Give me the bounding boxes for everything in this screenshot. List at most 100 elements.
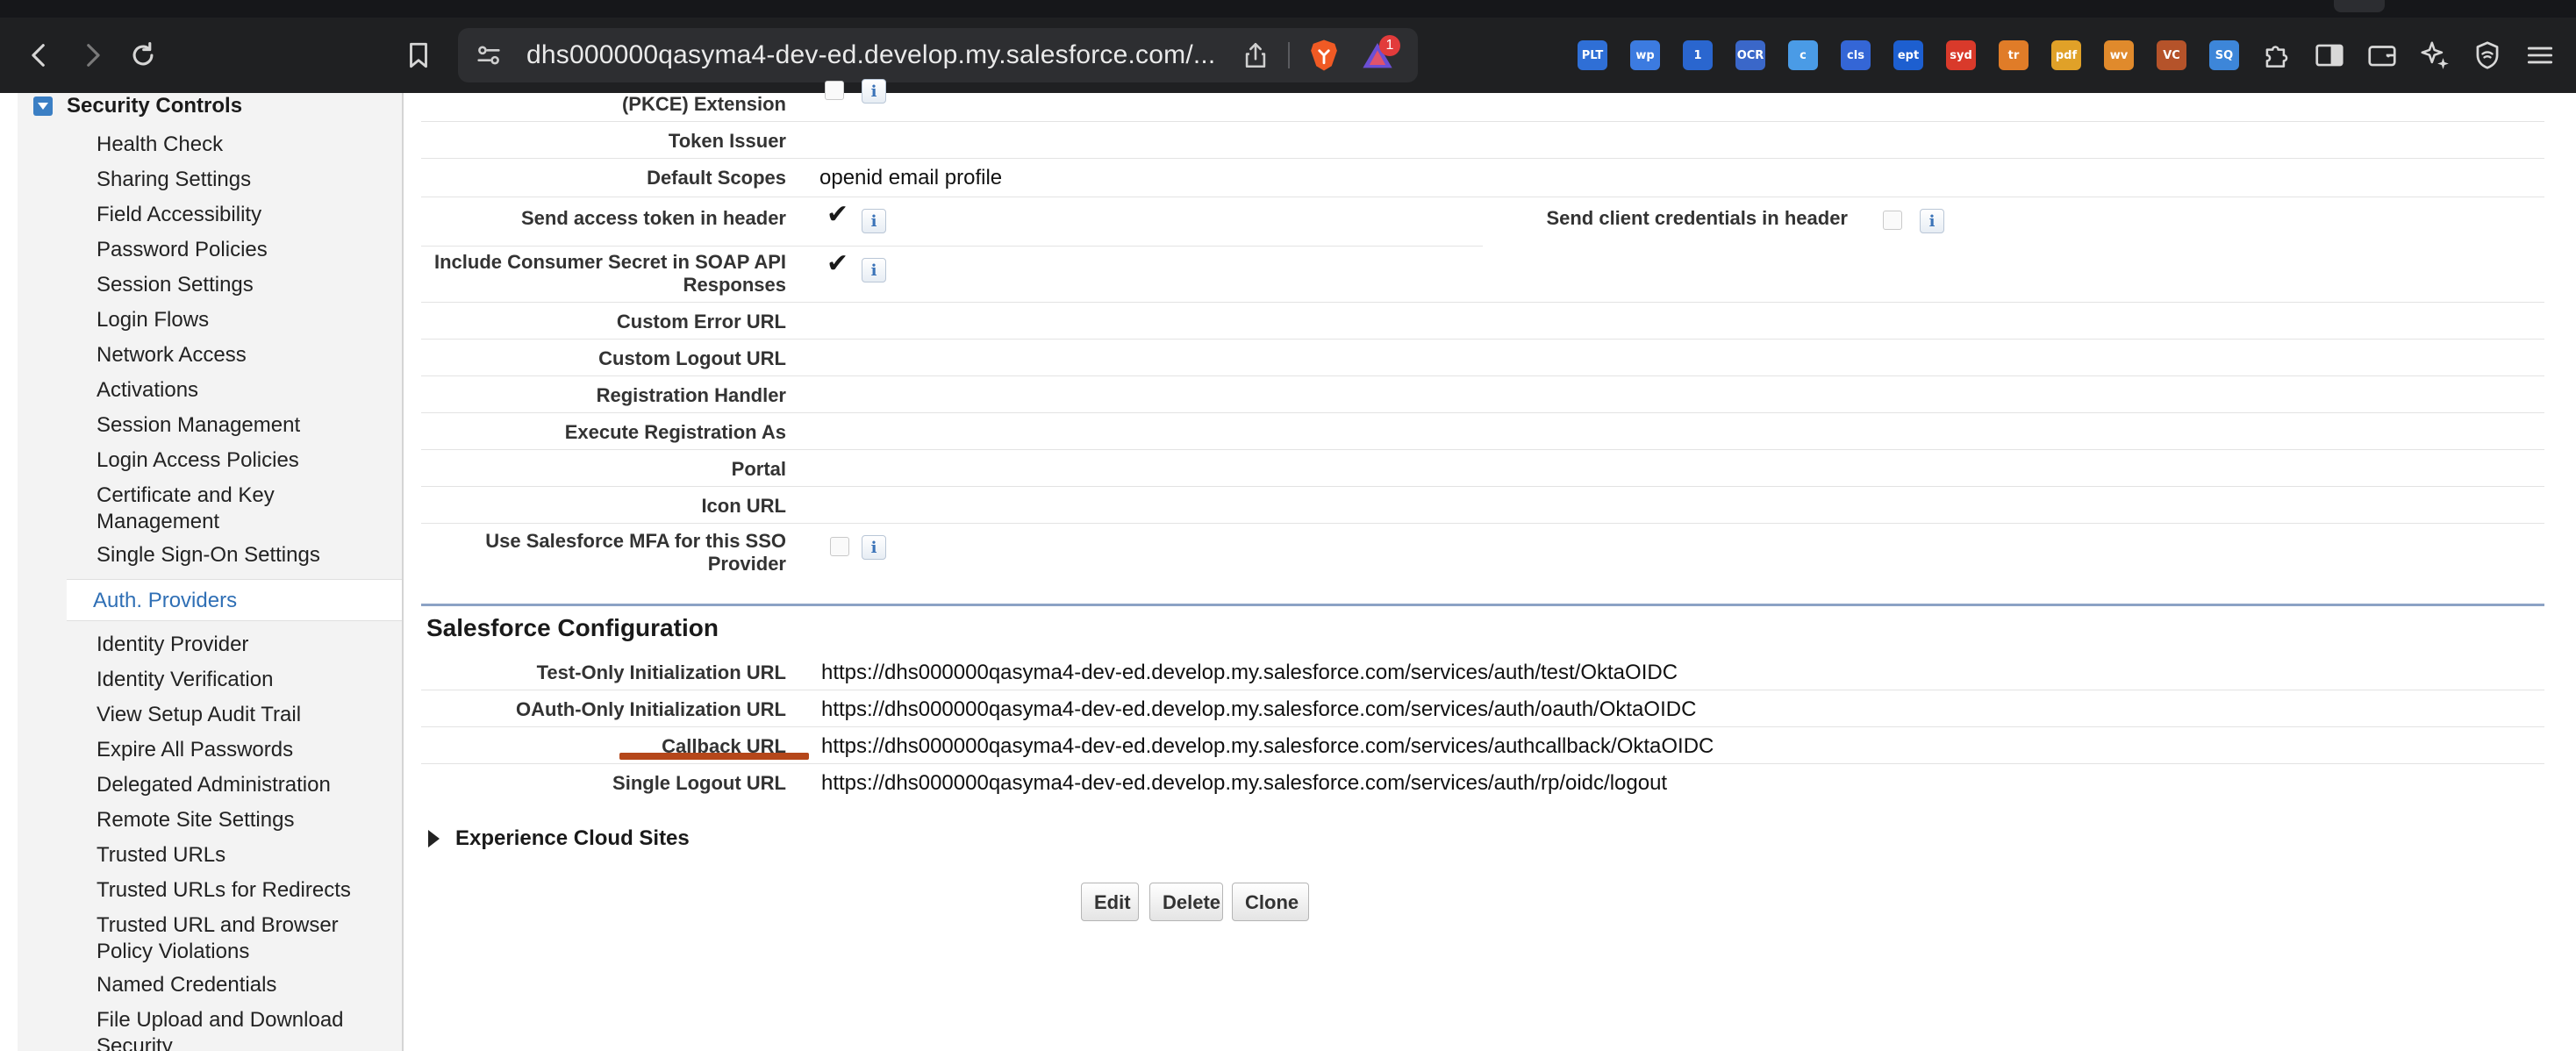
single-logout-url-value[interactable]: https://dhs000000qasyma4-dev-ed.develop.…: [821, 770, 1667, 797]
bookmark-icon: [410, 42, 427, 68]
forward-arrow-icon: [87, 44, 100, 67]
sidebar-item-network-access[interactable]: Network Access: [97, 342, 386, 368]
sidebar-item-expire-all-passwords[interactable]: Expire All Passwords: [97, 737, 386, 763]
sidebar-item-trusted-urls-redirects[interactable]: Trusted URLs for Redirects: [97, 877, 386, 904]
vpn-shield-icon[interactable]: [2471, 39, 2504, 72]
sidebar-item-login-flows[interactable]: Login Flows: [97, 307, 386, 333]
extension-sq[interactable]: SQ: [2209, 40, 2239, 70]
address-bar[interactable]: dhs000000qasyma4-dev-ed.develop.my.sales…: [458, 28, 1418, 82]
wallet-icon[interactable]: [2365, 39, 2399, 72]
test-only-url-value[interactable]: https://dhs000000qasyma4-dev-ed.develop.…: [821, 660, 1678, 686]
row-single-logout-url: Single Logout URL https://dhs000000qasym…: [421, 765, 2544, 800]
send-client-credentials-info-icon[interactable]: i: [1920, 209, 1944, 233]
sidebar-item-field-accessibility[interactable]: Field Accessibility: [97, 202, 386, 228]
extension-vc[interactable]: VC: [2157, 40, 2186, 70]
share-icon[interactable]: [1241, 40, 1270, 70]
row-default-scopes: Default Scopes openid email profile: [421, 160, 2544, 197]
clone-button[interactable]: Clone: [1232, 883, 1309, 921]
extension-wv[interactable]: wv: [2104, 40, 2134, 70]
extension-syd[interactable]: syd: [1946, 40, 1976, 70]
menu-icon[interactable]: [2523, 39, 2557, 72]
reload-icon: [132, 41, 154, 66]
tab-strip: [0, 0, 2576, 18]
single-logout-url-label: Single Logout URL: [612, 772, 786, 794]
sidebar-item-trusted-urls[interactable]: Trusted URLs: [97, 842, 386, 869]
bookmark-button[interactable]: [397, 33, 440, 77]
row-execute-registration-as: Execute Registration As: [421, 414, 2544, 450]
use-salesforce-mfa-info-icon[interactable]: i: [862, 535, 886, 560]
delete-button[interactable]: Delete: [1149, 883, 1223, 921]
brave-rewards-button[interactable]: 1: [1360, 35, 1400, 74]
row-custom-error-url: Custom Error URL: [421, 304, 2544, 340]
include-consumer-secret-info-icon[interactable]: i: [862, 258, 886, 282]
sidebar-item-login-access-policies[interactable]: Login Access Policies: [97, 447, 386, 474]
sidebar-toggle-icon[interactable]: [2313, 39, 2346, 72]
send-access-token-info-icon[interactable]: i: [862, 209, 886, 233]
extension-wp[interactable]: wp: [1630, 40, 1660, 70]
sidebar-item-identity-verification[interactable]: Identity Verification: [97, 667, 386, 693]
brave-shields-icon[interactable]: [1306, 37, 1342, 74]
execute-registration-as-label: Execute Registration As: [564, 421, 786, 443]
row-use-salesforce-mfa: Use Salesforce MFA for this SSO Provider…: [421, 525, 2544, 579]
row-icon-url: Icon URL: [421, 488, 2544, 524]
pkce-info-icon[interactable]: i: [862, 79, 886, 104]
row-custom-logout-url: Custom Logout URL: [421, 340, 2544, 376]
sidebar-item-auth-providers[interactable]: Auth. Providers: [67, 579, 402, 621]
sidebar-item-delegated-administration[interactable]: Delegated Administration: [97, 772, 386, 798]
include-consumer-secret-check-icon: ✔: [826, 249, 849, 278]
section-title: Security Controls: [67, 94, 243, 118]
sidebar-item-file-upload-download-security[interactable]: File Upload and Download Security: [97, 1007, 360, 1051]
sidebar-item-single-sign-on-settings[interactable]: Single Sign-On Settings: [97, 542, 386, 568]
custom-error-url-label: Custom Error URL: [616, 311, 786, 332]
row-portal: Portal: [421, 451, 2544, 487]
sidebar-item-trusted-url-policy-violations[interactable]: Trusted URL and Browser Policy Violation…: [97, 912, 360, 965]
sidebar-item-session-management[interactable]: Session Management: [97, 412, 386, 439]
sidebar-item-certificate-key-management[interactable]: Certificate and Key Management: [97, 483, 316, 535]
registration-handler-label: Registration Handler: [596, 384, 786, 406]
sidebar-item-remote-site-settings[interactable]: Remote Site Settings: [97, 807, 386, 833]
experience-cloud-sites-toggle[interactable]: Experience Cloud Sites: [428, 826, 690, 851]
extension-c[interactable]: c: [1788, 40, 1818, 70]
browser-toolbar: dhs000000qasyma4-dev-ed.develop.my.sales…: [0, 0, 2576, 93]
sidebar-item-named-credentials[interactable]: Named Credentials: [97, 972, 386, 998]
extensions-puzzle-icon[interactable]: [2260, 39, 2293, 72]
back-button[interactable]: [18, 33, 61, 77]
sidebar-item-password-policies[interactable]: Password Policies: [97, 237, 386, 263]
extension-ept[interactable]: ept: [1893, 40, 1923, 70]
reload-button[interactable]: [121, 33, 165, 77]
forward-button[interactable]: [70, 33, 114, 77]
sidebar-item-view-setup-audit-trail[interactable]: View Setup Audit Trail: [97, 702, 386, 728]
send-client-credentials-checkbox[interactable]: [1883, 211, 1902, 230]
callback-url-value[interactable]: https://dhs000000qasyma4-dev-ed.develop.…: [821, 733, 1714, 760]
collapse-toggle-icon[interactable]: [33, 97, 53, 116]
sidebar-item-activations[interactable]: Activations: [97, 377, 386, 404]
extension-plt[interactable]: PLT: [1578, 40, 1607, 70]
token-issuer-label: Token Issuer: [668, 130, 786, 152]
leo-ai-icon[interactable]: [2418, 39, 2451, 72]
sidebar-item-sharing-settings[interactable]: Sharing Settings: [97, 167, 386, 193]
url-text[interactable]: dhs000000qasyma4-dev-ed.develop.my.sales…: [526, 39, 1215, 72]
experience-cloud-sites-label: Experience Cloud Sites: [455, 826, 690, 850]
pkce-label: (PKCE) Extension: [621, 93, 786, 115]
sidebar-item-health-check[interactable]: Health Check: [97, 132, 386, 158]
extension-cls[interactable]: cls: [1841, 40, 1871, 70]
pkce-checkbox: [825, 81, 844, 100]
sidebar-item-session-settings[interactable]: Session Settings: [97, 272, 386, 298]
back-arrow-icon: [32, 44, 45, 67]
site-settings-icon[interactable]: [474, 40, 504, 70]
extension-pdf[interactable]: pdf: [2051, 40, 2081, 70]
row-include-consumer-secret: Include Consumer Secret in SOAP API Resp…: [421, 247, 2544, 303]
setup-sidebar: Security Controls Health Check Sharing S…: [18, 93, 404, 1051]
extension-tr[interactable]: tr: [1999, 40, 2029, 70]
edit-button[interactable]: Edit: [1081, 883, 1139, 921]
notification-badge: 1: [1379, 35, 1400, 56]
tab-stub[interactable]: [2334, 0, 2385, 12]
portal-label: Portal: [731, 458, 786, 480]
address-bar-divider: [1288, 42, 1290, 68]
security-controls-header[interactable]: Security Controls: [33, 93, 242, 119]
extension-ocr[interactable]: OCR: [1735, 40, 1765, 70]
sidebar-item-identity-provider[interactable]: Identity Provider: [97, 632, 386, 658]
row-oauth-only-url: OAuth-Only Initialization URL https://dh…: [421, 691, 2544, 727]
extension-1password[interactable]: 1: [1683, 40, 1713, 70]
oauth-only-url-value[interactable]: https://dhs000000qasyma4-dev-ed.develop.…: [821, 697, 1696, 723]
